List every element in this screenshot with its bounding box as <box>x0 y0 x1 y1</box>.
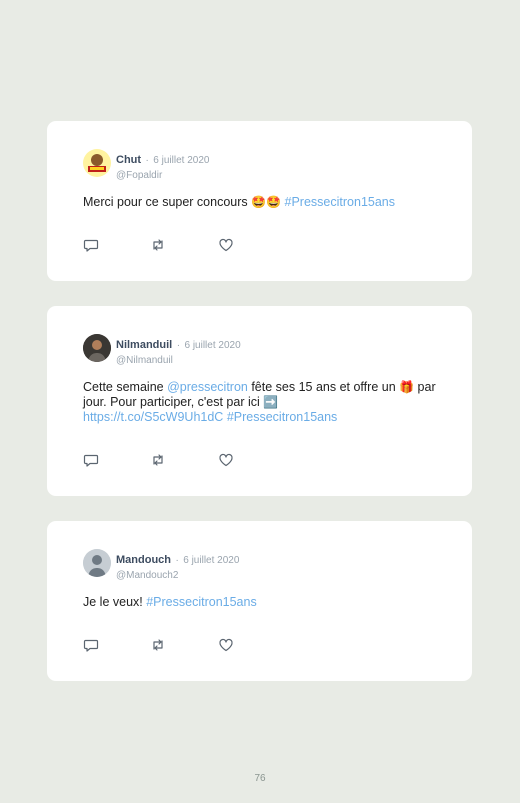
tweet-actions <box>83 637 243 653</box>
tweet-meta: Chut · 6 juillet 2020 @Fopaldir <box>116 150 209 181</box>
mention-link[interactable]: @pressecitron <box>167 380 248 394</box>
tweet-date[interactable]: 6 juillet 2020 <box>184 340 240 351</box>
like-icon[interactable] <box>218 637 234 653</box>
retweet-icon[interactable] <box>150 637 166 653</box>
author-name[interactable]: Nilmanduil <box>116 339 172 351</box>
url-link[interactable]: https://t.co/S5cW9Uh1dC <box>83 410 223 424</box>
text-segment: Cette semaine <box>83 380 168 394</box>
avatar[interactable] <box>83 334 111 362</box>
tweet-text: Merci pour ce super concours 🤩🤩 #Pressec… <box>83 195 443 210</box>
separator: · <box>145 155 149 166</box>
page-number: 76 <box>254 773 266 784</box>
like-icon[interactable] <box>218 452 234 468</box>
tweet-actions <box>83 452 243 468</box>
author-handle[interactable]: @Fopaldir <box>116 170 209 181</box>
tweet-text: Cette semaine @pressecitron fête ses 15 … <box>83 380 443 425</box>
author-name[interactable]: Chut <box>116 154 141 166</box>
hashtag-link[interactable]: #Pressecitron15ans <box>227 410 337 424</box>
retweet-icon[interactable] <box>150 452 166 468</box>
tweet-date[interactable]: 6 juillet 2020 <box>183 555 239 566</box>
author-handle[interactable]: @Nilmanduil <box>116 355 241 366</box>
like-icon[interactable] <box>218 237 234 253</box>
tweet-meta: Nilmanduil · 6 juillet 2020 @Nilmanduil <box>116 335 241 366</box>
tweet-actions <box>83 237 243 253</box>
avatar[interactable] <box>83 149 111 177</box>
reply-icon[interactable] <box>83 637 99 653</box>
reply-icon[interactable] <box>83 237 99 253</box>
text-segment: fête ses 15 ans et offre un <box>247 380 400 394</box>
reply-icon[interactable] <box>83 452 99 468</box>
emoji: 🤩🤩 <box>251 195 282 209</box>
text-segment: Merci pour ce super concours <box>83 195 252 209</box>
tweet-card: Chut · 6 juillet 2020 @Fopaldir Merci po… <box>47 121 472 281</box>
author-handle[interactable]: @Mandouch2 <box>116 570 239 581</box>
tweet-meta: Mandouch · 6 juillet 2020 @Mandouch2 <box>116 550 239 581</box>
separator: · <box>176 340 181 351</box>
arrow-emoji: ➡️ <box>263 395 279 409</box>
tweet-card: Mandouch · 6 juillet 2020 @Mandouch2 Je … <box>47 521 472 681</box>
text-segment: Je le veux! <box>83 595 147 609</box>
author-name[interactable]: Mandouch <box>116 554 171 566</box>
separator: · <box>175 555 179 566</box>
tweet-text: Je le veux! #Pressecitron15ans <box>83 595 443 610</box>
hashtag-link[interactable]: #Pressecitron15ans <box>146 595 256 609</box>
hashtag-link[interactable]: #Pressecitron15ans <box>285 195 395 209</box>
tweet-date[interactable]: 6 juillet 2020 <box>153 155 209 166</box>
avatar[interactable] <box>83 549 111 577</box>
tweet-card: Nilmanduil · 6 juillet 2020 @Nilmanduil … <box>47 306 472 496</box>
gift-emoji: 🎁 <box>399 380 415 394</box>
retweet-icon[interactable] <box>150 237 166 253</box>
